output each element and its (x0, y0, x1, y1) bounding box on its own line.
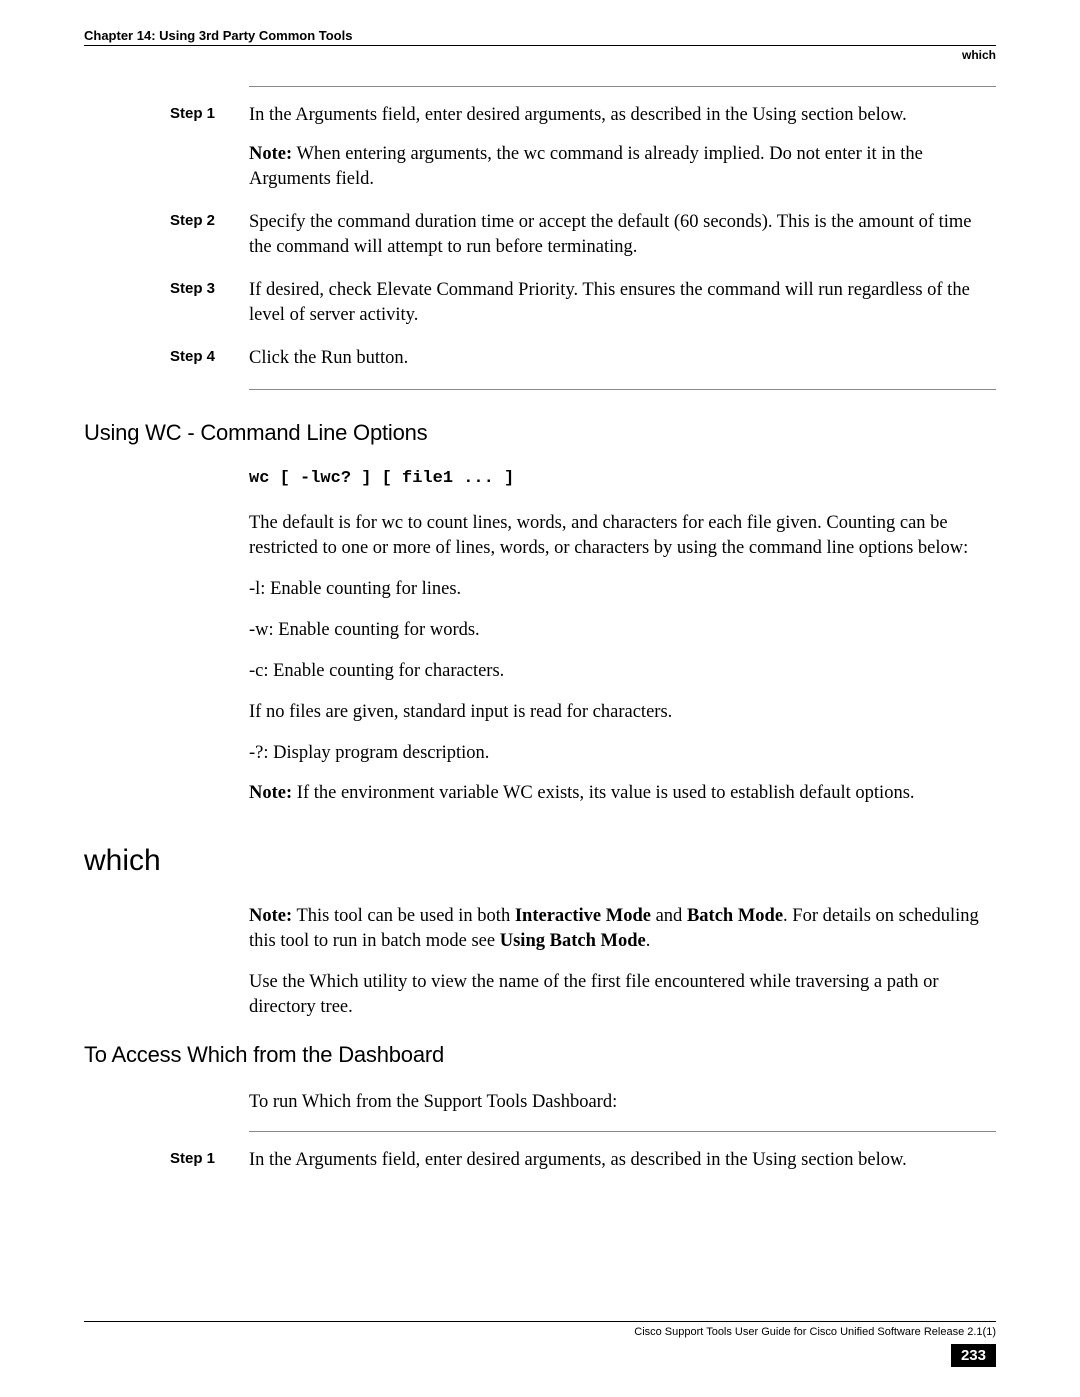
which-procedure-top-rule (249, 1131, 996, 1132)
step-paragraph: In the Arguments field, enter desired ar… (249, 1148, 996, 1173)
step-paragraph: If desired, check Elevate Command Priori… (249, 278, 996, 328)
procedure-steps-block: Step 1In the Arguments field, enter desi… (84, 103, 996, 371)
note-label: Note: (249, 783, 292, 803)
which-dashboard-body: To run Which from the Support Tools Dash… (249, 1090, 996, 1115)
footer-doc-title: Cisco Support Tools User Guide for Cisco… (84, 1326, 996, 1338)
wc-paragraph: The default is for wc to count lines, wo… (249, 511, 996, 561)
heading-which: which (84, 844, 996, 878)
wc-syntax: wc [ -lwc? ] [ file1 ... ] (249, 468, 996, 491)
step-body: In the Arguments field, enter desired ar… (249, 1148, 996, 1173)
mode-batch: Batch Mode (687, 906, 783, 926)
page-content: Step 1In the Arguments field, enter desi… (84, 86, 996, 1173)
step-paragraph: Click the Run button. (249, 346, 996, 371)
which-mode-note: Note: This tool can be used in both Inte… (249, 904, 996, 954)
note-text: When entering arguments, the wc command … (249, 144, 923, 189)
which-dashboard-intro: To run Which from the Support Tools Dash… (249, 1090, 996, 1115)
header-section-right: which (84, 48, 996, 62)
header-rule (84, 45, 996, 46)
step-paragraph: In the Arguments field, enter desired ar… (249, 103, 996, 128)
procedure-bottom-rule (249, 389, 996, 390)
step-body: In the Arguments field, enter desired ar… (249, 103, 996, 192)
wc-paragraph: -c: Enable counting for characters. (249, 659, 996, 684)
procedure-step: Step 1In the Arguments field, enter desi… (84, 103, 996, 192)
wc-env-note: Note: If the environment variable WC exi… (249, 781, 996, 806)
which-description: Use the Which utility to view the name o… (249, 970, 996, 1020)
page-number: 233 (951, 1344, 996, 1367)
note-text-mid: and (651, 906, 687, 926)
step-body: If desired, check Elevate Command Priori… (249, 278, 996, 328)
procedure-step: Step 4Click the Run button. (84, 346, 996, 371)
note-label: Note: (249, 906, 292, 926)
step-label: Step 4 (84, 346, 249, 371)
which-body: Note: This tool can be used in both Inte… (249, 904, 996, 1020)
wc-paragraph: -?: Display program description. (249, 741, 996, 766)
heading-wc-options: Using WC - Command Line Options (84, 420, 996, 446)
procedure-step: Step 3If desired, check Elevate Command … (84, 278, 996, 328)
step-label: Step 3 (84, 278, 249, 328)
link-using-batch-mode: Using Batch Mode (500, 931, 646, 951)
heading-which-dashboard: To Access Which from the Dashboard (84, 1042, 996, 1068)
note-text-post2: . (646, 931, 651, 951)
wc-paragraph: -w: Enable counting for words. (249, 618, 996, 643)
chapter-header: Chapter 14: Using 3rd Party Common Tools (84, 28, 996, 43)
step-label: Step 1 (84, 103, 249, 192)
procedure-step: Step 2Specify the command duration time … (84, 210, 996, 260)
wc-paragraph: -l: Enable counting for lines. (249, 577, 996, 602)
footer-page-bar: 233 (84, 1344, 996, 1367)
wc-body: wc [ -lwc? ] [ file1 ... ] The default i… (249, 468, 996, 807)
note-text: If the environment variable WC exists, i… (292, 783, 914, 803)
step-label: Step 1 (84, 1148, 249, 1173)
which-procedure-steps: Step 1In the Arguments field, enter desi… (84, 1148, 996, 1173)
step-body: Click the Run button. (249, 346, 996, 371)
step-paragraph: Specify the command duration time or acc… (249, 210, 996, 260)
procedure-top-rule (249, 86, 996, 87)
note-label: Note: (249, 144, 292, 164)
step-label: Step 2 (84, 210, 249, 260)
page-footer: Cisco Support Tools User Guide for Cisco… (84, 1321, 996, 1367)
note-text-pre: This tool can be used in both (292, 906, 515, 926)
step-body: Specify the command duration time or acc… (249, 210, 996, 260)
mode-interactive: Interactive Mode (515, 906, 651, 926)
step-paragraph: Note: When entering arguments, the wc co… (249, 142, 996, 192)
footer-rule (84, 1321, 996, 1322)
procedure-step: Step 1In the Arguments field, enter desi… (84, 1148, 996, 1173)
wc-paragraph: If no files are given, standard input is… (249, 700, 996, 725)
